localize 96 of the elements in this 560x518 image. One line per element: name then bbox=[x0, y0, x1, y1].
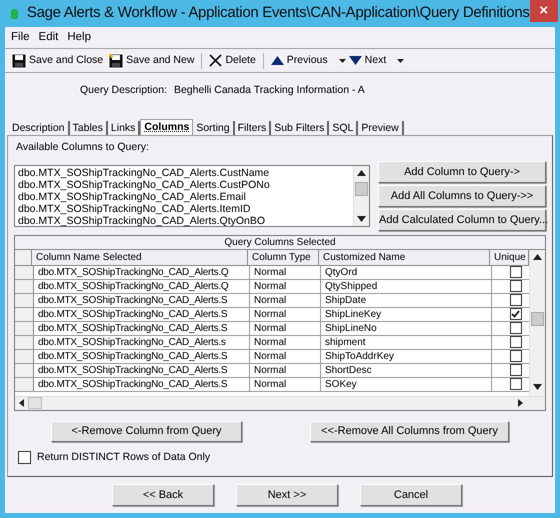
table-cell: Normal bbox=[250, 336, 321, 349]
scrollbar-thumb[interactable] bbox=[531, 312, 544, 326]
add-column-button[interactable]: Add All Columns to Query->> bbox=[378, 184, 546, 207]
table-cell: dbo.MTX_SOShipTrackingNo_CAD_Alerts.S bbox=[34, 364, 250, 377]
menu-item[interactable]: Edit bbox=[38, 28, 58, 46]
table-cell: Normal bbox=[250, 266, 321, 279]
checkbox[interactable] bbox=[510, 294, 522, 306]
row-header[interactable] bbox=[15, 322, 34, 335]
table-cell: shipment bbox=[321, 336, 492, 349]
toolbar-button[interactable]: Save and New bbox=[106, 50, 198, 70]
table-cell: QtyOrd bbox=[321, 266, 492, 279]
table-cell: Normal bbox=[250, 364, 321, 377]
checkbox[interactable] bbox=[510, 308, 522, 320]
table-cell: QtyShipped bbox=[321, 280, 492, 293]
up-arrow-icon bbox=[270, 56, 284, 65]
toolbar-button[interactable]: Next bbox=[346, 50, 390, 70]
table-cell: ShipLineKey bbox=[321, 308, 492, 321]
scroll-left-icon[interactable] bbox=[19, 399, 24, 408]
list-item[interactable]: dbo.MTX_SOShipTrackingNo_CAD_Alerts.QtyOnBO bbox=[18, 214, 353, 226]
app-logo-icon bbox=[10, 6, 19, 20]
toolbar-button[interactable]: Save and Close bbox=[9, 50, 106, 70]
checkmark-icon bbox=[511, 310, 520, 318]
row-header[interactable] bbox=[15, 350, 34, 363]
list-item[interactable]: dbo.MTX_SOShipTrackingNo_CAD_Alerts.Email bbox=[18, 190, 353, 203]
add-column-button[interactable]: Add Calculated Column to Query... bbox=[378, 208, 546, 231]
window-title: Sage Alerts & Workflow - Application Events\CAN-Application\Query Definitions bbox=[26, 3, 530, 24]
table-cell: ShipDate bbox=[321, 294, 492, 307]
menu-item[interactable]: Help bbox=[67, 28, 92, 46]
table-cell: dbo.MTX_SOShipTrackingNo_CAD_Alerts.S bbox=[34, 294, 250, 307]
row-header[interactable] bbox=[15, 280, 34, 293]
delete-x-icon bbox=[209, 54, 222, 67]
down-arrow-icon bbox=[348, 56, 362, 65]
table-cell: dbo.MTX_SOShipTrackingNo_CAD_Alerts.S bbox=[34, 350, 250, 363]
checkbox[interactable] bbox=[510, 336, 522, 348]
table-cell: Normal bbox=[250, 280, 321, 293]
table-cell: dbo.MTX_SOShipTrackingNo_CAD_Alerts.S bbox=[34, 308, 250, 321]
table-cell: ShipToAddrKey bbox=[321, 350, 492, 363]
scroll-down-icon[interactable] bbox=[357, 216, 366, 222]
footer-button[interactable]: Cancel bbox=[360, 484, 462, 506]
available-columns-list[interactable] bbox=[14, 164, 370, 227]
row-header[interactable] bbox=[15, 266, 34, 279]
footer-button[interactable]: << Back bbox=[112, 484, 214, 506]
checkbox[interactable] bbox=[18, 451, 31, 464]
table-cell: Normal bbox=[250, 322, 321, 335]
table-cell: Normal bbox=[250, 294, 321, 307]
checkbox[interactable] bbox=[510, 378, 522, 390]
checkbox[interactable] bbox=[510, 266, 522, 278]
dropdown-caret-icon[interactable] bbox=[338, 58, 346, 62]
toolbar-button[interactable]: Previous bbox=[268, 50, 331, 70]
table-cell: Normal bbox=[250, 378, 321, 391]
checkbox[interactable] bbox=[510, 280, 522, 292]
vertical-scrollbar[interactable] bbox=[353, 166, 369, 226]
row-header[interactable] bbox=[15, 294, 34, 307]
checkbox-label[interactable]: Return DISTINCT Rows of Data Only bbox=[37, 450, 210, 466]
remove-column-button[interactable]: <<-Remove All Columns from Query bbox=[310, 420, 509, 442]
row-header[interactable] bbox=[15, 378, 34, 391]
row-header[interactable] bbox=[15, 364, 34, 377]
table-cell: dbo.MTX_SOShipTrackingNo_CAD_Alerts.S bbox=[34, 322, 250, 335]
checkbox[interactable] bbox=[510, 322, 522, 334]
scrollbar-thumb[interactable] bbox=[355, 182, 368, 196]
scroll-up-icon[interactable] bbox=[357, 170, 366, 176]
scrollbar-thumb[interactable] bbox=[28, 397, 42, 410]
table-cell: dbo.MTX_SOShipTrackingNo_CAD_Alerts.S bbox=[34, 378, 250, 391]
close-button[interactable]: × bbox=[530, 0, 558, 22]
table-cell: dbo.MTX_SOShipTrackingNo_CAD_Alerts.Q bbox=[34, 280, 250, 293]
query-columns-grid[interactable] bbox=[14, 234, 546, 411]
section-label: Available Columns to Query: bbox=[15, 140, 150, 155]
vertical-scrollbar[interactable] bbox=[529, 250, 545, 394]
scroll-up-icon[interactable] bbox=[533, 254, 542, 260]
row-header-corner bbox=[15, 250, 32, 265]
list-item[interactable]: dbo.MTX_SOShipTrackingNo_CAD_Alerts.ItemID bbox=[18, 202, 353, 215]
remove-column-button[interactable]: <-Remove Column from Query bbox=[51, 420, 242, 442]
footer-button[interactable]: Next >> bbox=[236, 484, 338, 506]
scroll-down-icon[interactable] bbox=[533, 384, 542, 390]
row-header[interactable] bbox=[15, 308, 34, 321]
scroll-right-icon[interactable] bbox=[518, 399, 523, 408]
row-header[interactable] bbox=[15, 336, 34, 349]
checkbox[interactable] bbox=[510, 364, 522, 376]
dropdown-caret-icon[interactable] bbox=[397, 58, 404, 62]
table-cell: Normal bbox=[250, 350, 321, 363]
tab[interactable]: Columns bbox=[140, 119, 194, 135]
table-cell: ShipLineNo bbox=[321, 322, 492, 335]
table-cell: dbo.MTX_SOShipTrackingNo_CAD_Alerts.Q bbox=[34, 266, 250, 279]
add-column-button[interactable]: Add Column to Query-> bbox=[378, 160, 546, 183]
toolbar-button[interactable]: Delete bbox=[206, 50, 259, 70]
list-item[interactable]: dbo.MTX_SOShipTrackingNo_CAD_Alerts.CustName bbox=[18, 166, 353, 179]
horizontal-scrollbar[interactable] bbox=[15, 396, 545, 410]
checkbox[interactable] bbox=[510, 350, 522, 362]
description-value: Beghelli Canada Tracking Information - A bbox=[174, 83, 365, 98]
menu-item[interactable]: File bbox=[11, 28, 30, 46]
field-label: Query Description: bbox=[80, 83, 167, 98]
list-item[interactable]: dbo.MTX_SOShipTrackingNo_CAD_Alerts.CustPONo bbox=[18, 178, 353, 191]
table-cell: Normal bbox=[250, 308, 321, 321]
table-cell: ShortDesc bbox=[321, 364, 492, 377]
table-cell: SOKey bbox=[321, 378, 492, 391]
table-cell: dbo.MTX_SOShipTrackingNo_CAD_Alerts.s bbox=[34, 336, 250, 349]
